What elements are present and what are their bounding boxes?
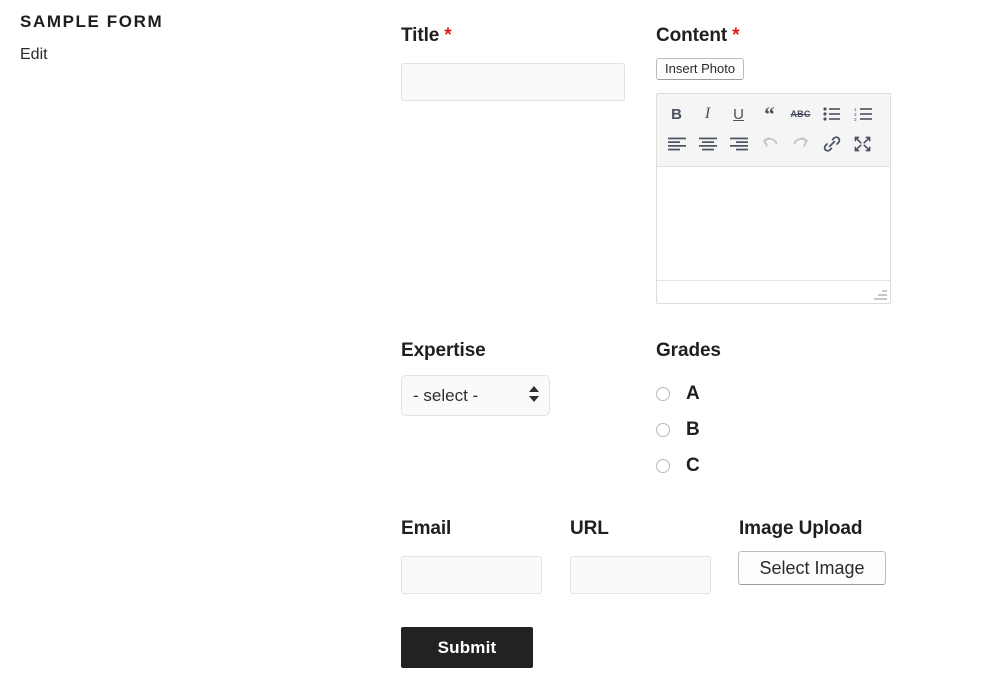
content-editable-area[interactable] bbox=[657, 167, 890, 280]
title-field-label: Title * bbox=[401, 24, 452, 48]
blockquote-glyph: “ bbox=[764, 101, 775, 126]
editor-toolbar-row-2 bbox=[661, 129, 886, 159]
radio-b-input[interactable] bbox=[656, 423, 670, 437]
underline-glyph: U bbox=[733, 105, 744, 123]
blockquote-icon[interactable]: “ bbox=[754, 100, 785, 128]
content-field-label: Content * bbox=[656, 24, 739, 48]
grade-option-b[interactable]: B bbox=[656, 420, 700, 440]
align-right-icon[interactable] bbox=[723, 130, 754, 158]
bold-glyph: B bbox=[671, 105, 682, 123]
radio-c-input[interactable] bbox=[656, 459, 670, 473]
url-input[interactable] bbox=[570, 556, 711, 594]
editor-statusbar bbox=[657, 280, 890, 302]
redo-icon[interactable] bbox=[785, 130, 816, 158]
image-upload-field-label: Image Upload bbox=[739, 518, 863, 539]
italic-glyph: I bbox=[704, 105, 711, 122]
grade-option-c[interactable]: C bbox=[656, 456, 700, 476]
underline-icon[interactable]: U bbox=[723, 100, 754, 128]
unordered-list-icon[interactable] bbox=[816, 100, 847, 128]
svg-text:3: 3 bbox=[854, 117, 857, 121]
title-input[interactable] bbox=[401, 63, 625, 101]
bold-icon[interactable]: B bbox=[661, 100, 692, 128]
grade-option-a[interactable]: A bbox=[656, 384, 700, 404]
grades-field-label: Grades bbox=[656, 340, 721, 361]
content-rich-text-editor: B I U “ ABC 1 2 3 bbox=[656, 93, 891, 304]
radio-c-label[interactable]: C bbox=[686, 456, 700, 476]
expertise-select-wrapper[interactable]: - select - bbox=[401, 375, 550, 416]
fullscreen-icon[interactable] bbox=[847, 130, 878, 158]
title-label-text: Title bbox=[401, 25, 440, 46]
align-left-icon[interactable] bbox=[661, 130, 692, 158]
radio-a-input[interactable] bbox=[656, 387, 670, 401]
insert-photo-button[interactable]: Insert Photo bbox=[656, 58, 745, 80]
page-title: SAMPLE FORM bbox=[20, 12, 164, 31]
content-label-text: Content bbox=[656, 25, 728, 46]
link-icon[interactable] bbox=[816, 130, 847, 158]
form-page: SAMPLE FORM Edit Title * Content * Insert … bbox=[0, 0, 994, 691]
strikethrough-glyph: ABC bbox=[790, 108, 811, 119]
align-center-icon[interactable] bbox=[692, 130, 723, 158]
content-required-asterisk: * bbox=[732, 25, 740, 46]
title-required-asterisk: * bbox=[444, 25, 452, 46]
edit-link[interactable]: Edit bbox=[20, 44, 48, 65]
ordered-list-icon[interactable]: 1 2 3 bbox=[847, 100, 878, 128]
expertise-select[interactable]: - select - bbox=[401, 375, 550, 416]
select-image-button[interactable]: Select Image bbox=[738, 551, 886, 585]
editor-resize-handle[interactable] bbox=[873, 287, 887, 300]
radio-a-label[interactable]: A bbox=[686, 384, 700, 404]
email-input[interactable] bbox=[401, 556, 542, 594]
strikethrough-icon[interactable]: ABC bbox=[785, 100, 816, 128]
editor-toolbar: B I U “ ABC 1 2 3 bbox=[657, 94, 890, 167]
email-field-label: Email bbox=[401, 518, 452, 539]
expertise-field-label: Expertise bbox=[401, 340, 486, 361]
editor-toolbar-row-1: B I U “ ABC 1 2 3 bbox=[661, 99, 886, 129]
undo-icon[interactable] bbox=[754, 130, 785, 158]
radio-b-label[interactable]: B bbox=[686, 420, 700, 440]
italic-icon[interactable]: I bbox=[692, 100, 723, 128]
submit-button[interactable]: Submit bbox=[401, 627, 533, 668]
url-field-label: URL bbox=[570, 518, 609, 539]
